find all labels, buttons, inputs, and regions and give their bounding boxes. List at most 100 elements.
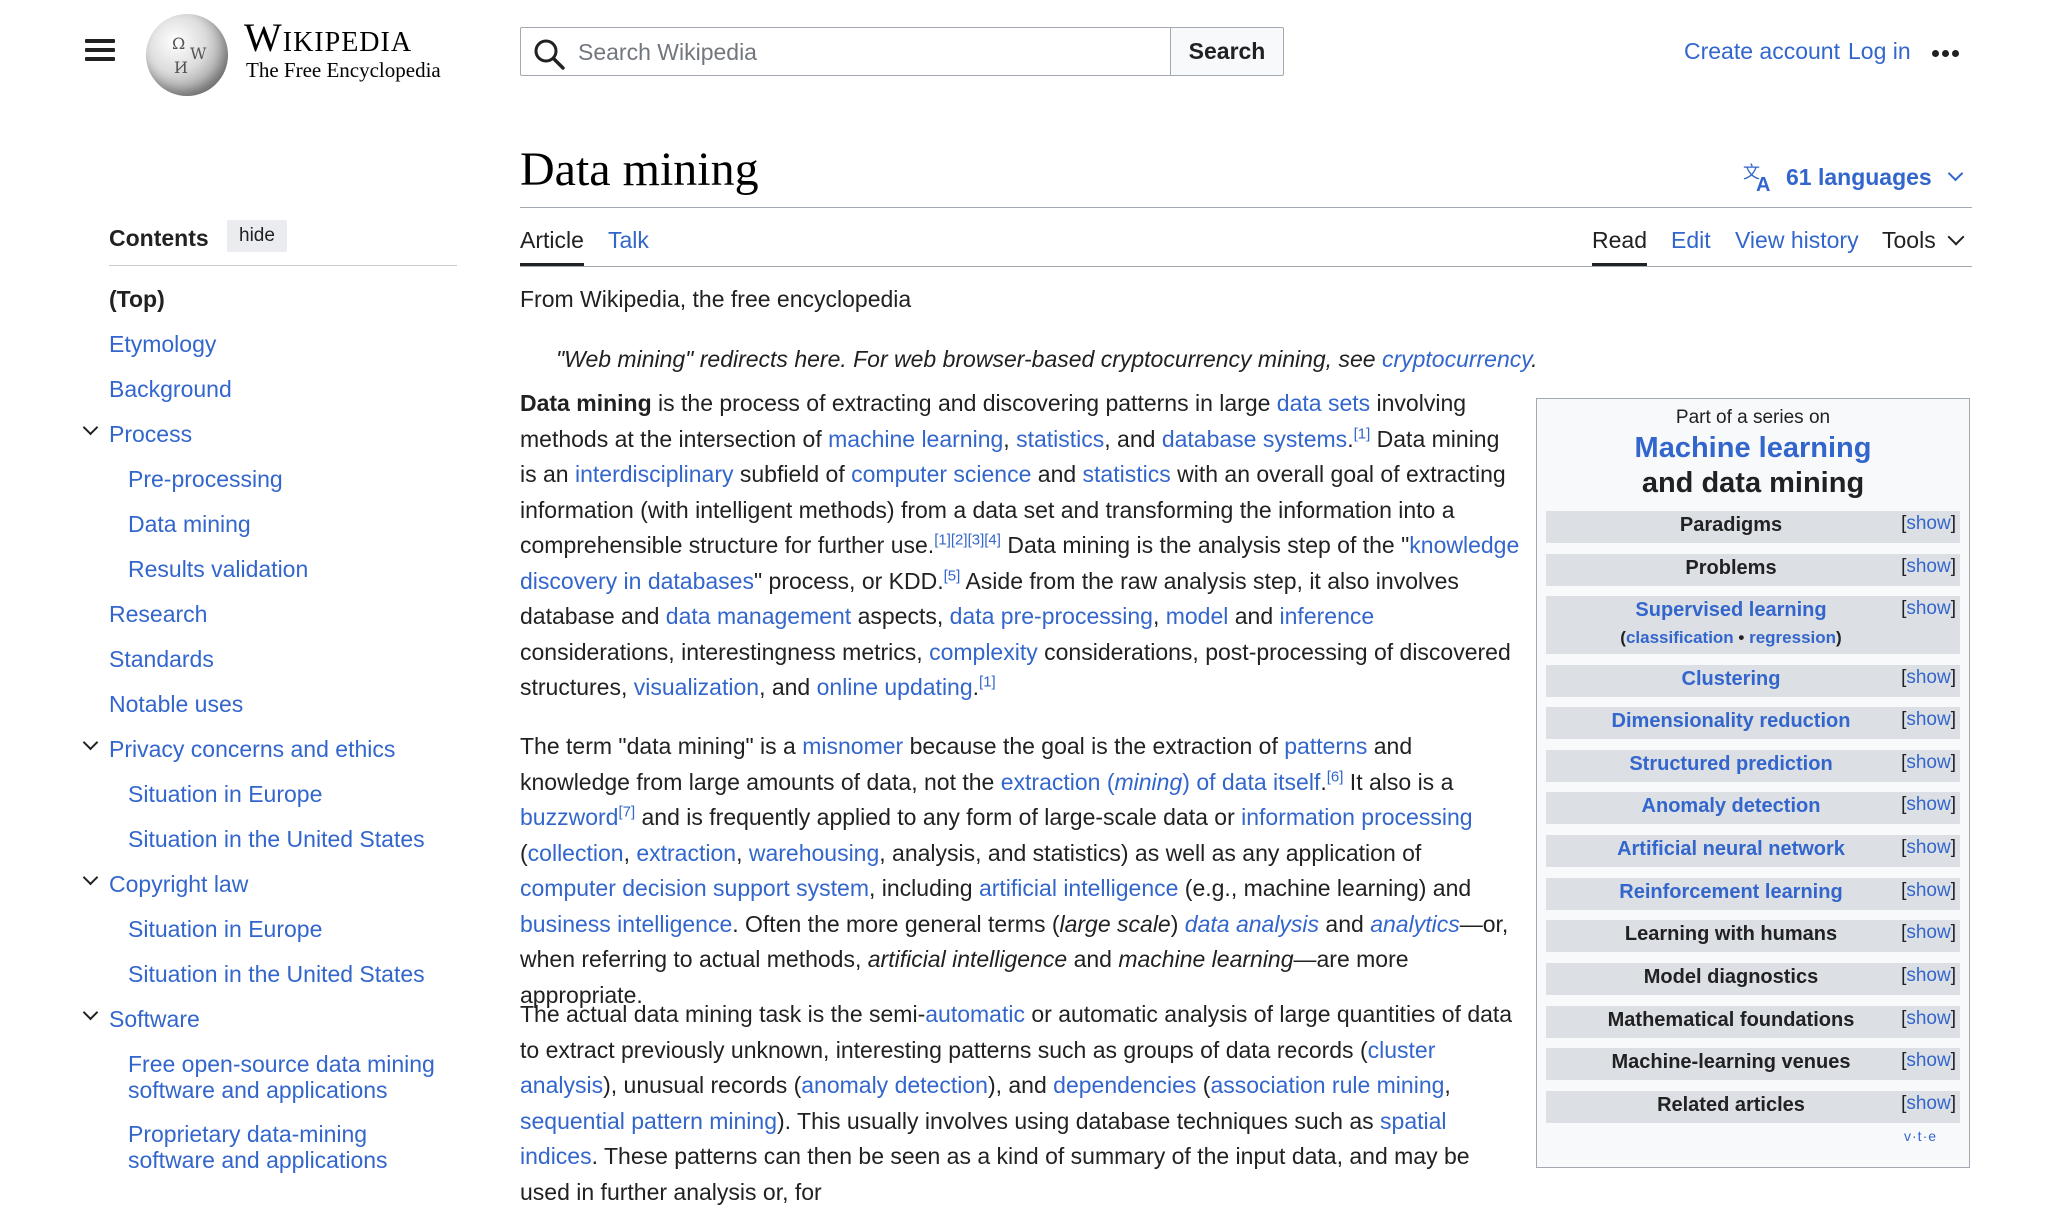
- toc-item-free-software[interactable]: Free open-source data mining software an…: [128, 1051, 448, 1103]
- tab-edit[interactable]: Edit: [1671, 227, 1711, 254]
- more-options-icon[interactable]: [1932, 44, 1966, 60]
- infobox-show-toggle[interactable]: [show]: [1901, 1093, 1956, 1115]
- toc-item-etymology[interactable]: Etymology: [109, 331, 216, 357]
- infobox-show-toggle[interactable]: [show]: [1901, 794, 1956, 816]
- toc-item-privacy-us[interactable]: Situation in the United States: [128, 826, 425, 852]
- article-link[interactable]: extraction (: [1001, 769, 1115, 795]
- toc-collapse-copyright-icon[interactable]: [82, 869, 99, 886]
- toc-item-privacy[interactable]: Privacy concerns and ethics: [109, 736, 395, 762]
- show-link[interactable]: show: [1906, 598, 1950, 619]
- infobox-show-toggle[interactable]: [show]: [1901, 556, 1956, 578]
- article-link[interactable]: mining: [1115, 769, 1183, 795]
- create-account-link[interactable]: Create account: [1684, 38, 1840, 65]
- article-link[interactable]: anomaly detection: [801, 1072, 988, 1098]
- citation-link[interactable]: [7]: [618, 803, 635, 820]
- toc-item-research[interactable]: Research: [109, 601, 207, 627]
- article-link[interactable]: collection: [528, 840, 624, 866]
- article-link[interactable]: buzzword: [520, 804, 618, 830]
- view-template-link[interactable]: v: [1904, 1128, 1912, 1144]
- infobox-row-label[interactable]: Anomaly detection: [1546, 795, 1916, 818]
- logo-wordmark[interactable]: Wikipedia: [244, 14, 412, 61]
- search-input[interactable]: [578, 33, 1158, 71]
- toc-item-notable-uses[interactable]: Notable uses: [109, 691, 243, 717]
- infobox-row-label[interactable]: Clustering: [1546, 668, 1916, 691]
- infobox-show-toggle[interactable]: [show]: [1901, 1050, 1956, 1072]
- article-link[interactable]: statistics: [1083, 461, 1171, 487]
- infobox-row-label[interactable]: Artificial neural network: [1546, 838, 1916, 861]
- toc-item-software[interactable]: Software: [109, 1006, 200, 1032]
- tab-view-history[interactable]: View history: [1735, 227, 1859, 254]
- toc-item-privacy-europe[interactable]: Situation in Europe: [128, 781, 322, 807]
- toc-item-results-validation[interactable]: Results validation: [128, 556, 308, 582]
- article-link[interactable]: data analysis: [1185, 911, 1319, 937]
- main-menu-button[interactable]: [80, 34, 120, 70]
- citation-link[interactable]: [3]: [968, 531, 985, 548]
- article-link[interactable]: interdisciplinary: [575, 461, 734, 487]
- article-link[interactable]: machine learning: [828, 426, 1003, 452]
- infobox-row-label[interactable]: Supervised learning: [1546, 599, 1916, 622]
- infobox-show-toggle[interactable]: [show]: [1901, 709, 1956, 731]
- show-link[interactable]: show: [1906, 752, 1950, 773]
- toc-item-standards[interactable]: Standards: [109, 646, 214, 672]
- show-link[interactable]: show: [1906, 837, 1950, 858]
- article-link[interactable]: visualization: [634, 674, 759, 700]
- article-link[interactable]: artificial intelligence: [979, 875, 1178, 901]
- toc-collapse-privacy-icon[interactable]: [82, 734, 99, 751]
- tab-article[interactable]: Article: [520, 227, 584, 254]
- infobox-show-toggle[interactable]: [show]: [1901, 1008, 1956, 1030]
- citation-link[interactable]: [1]: [934, 531, 951, 548]
- show-link[interactable]: show: [1906, 965, 1950, 986]
- search-button[interactable]: Search: [1170, 27, 1284, 76]
- infobox-show-toggle[interactable]: [show]: [1901, 598, 1956, 620]
- article-link[interactable]: extraction: [636, 840, 736, 866]
- article-link[interactable]: online updating: [817, 674, 973, 700]
- article-link[interactable]: database systems: [1162, 426, 1347, 452]
- infobox-show-toggle[interactable]: [show]: [1901, 752, 1956, 774]
- article-link[interactable]: computer decision support system: [520, 875, 869, 901]
- show-link[interactable]: show: [1906, 880, 1950, 901]
- toc-item-copyright-europe[interactable]: Situation in Europe: [128, 916, 322, 942]
- toc-item-pre-processing[interactable]: Pre-processing: [128, 466, 283, 492]
- infobox-show-toggle[interactable]: [show]: [1901, 922, 1956, 944]
- citation-link[interactable]: [1]: [1354, 425, 1371, 442]
- article-link[interactable]: model: [1166, 603, 1229, 629]
- tab-talk[interactable]: Talk: [608, 227, 649, 254]
- infobox-show-toggle[interactable]: [show]: [1901, 965, 1956, 987]
- infobox-row-label[interactable]: Reinforcement learning: [1546, 881, 1916, 904]
- article-link[interactable]: business intelligence: [520, 911, 732, 937]
- article-link[interactable]: misnomer: [802, 733, 903, 759]
- toc-item-copyright-us[interactable]: Situation in the United States: [128, 961, 425, 987]
- show-link[interactable]: show: [1906, 1093, 1950, 1114]
- article-link[interactable]: data sets: [1277, 390, 1370, 416]
- citation-link[interactable]: [4]: [984, 531, 1001, 548]
- toc-item-proprietary-software[interactable]: Proprietary data-mining software and app…: [128, 1121, 448, 1173]
- show-link[interactable]: show: [1906, 1008, 1950, 1029]
- show-link[interactable]: show: [1906, 709, 1950, 730]
- infobox-sublink[interactable]: classification: [1626, 628, 1734, 647]
- talk-template-link[interactable]: t: [1918, 1128, 1923, 1144]
- infobox-title-link[interactable]: Machine learning: [1536, 432, 1970, 465]
- toc-collapse-software-icon[interactable]: [82, 1004, 99, 1021]
- article-link[interactable]: patterns: [1284, 733, 1367, 759]
- article-link[interactable]: dependencies: [1053, 1072, 1196, 1098]
- article-link[interactable]: sequential pattern mining: [520, 1108, 777, 1134]
- toc-item-process[interactable]: Process: [109, 421, 192, 447]
- article-link[interactable]: association rule mining: [1210, 1072, 1444, 1098]
- toc-item-copyright[interactable]: Copyright law: [109, 871, 248, 897]
- show-link[interactable]: show: [1906, 794, 1950, 815]
- edit-template-link[interactable]: e: [1928, 1128, 1937, 1144]
- toc-collapse-process-icon[interactable]: [82, 419, 99, 436]
- article-link[interactable]: information processing: [1241, 804, 1472, 830]
- citation-link[interactable]: [6]: [1327, 768, 1344, 785]
- article-link[interactable]: data management: [666, 603, 851, 629]
- citation-link[interactable]: [1]: [979, 673, 996, 690]
- hatnote-link[interactable]: cryptocurrency: [1382, 346, 1531, 372]
- article-link[interactable]: warehousing: [749, 840, 879, 866]
- article-link[interactable]: data pre-processing: [950, 603, 1153, 629]
- tab-read[interactable]: Read: [1592, 227, 1647, 254]
- article-link[interactable]: complexity: [929, 639, 1038, 665]
- toc-item-data-mining[interactable]: Data mining: [128, 511, 251, 537]
- infobox-row-label[interactable]: Dimensionality reduction: [1546, 710, 1916, 733]
- tab-tools[interactable]: Tools: [1882, 227, 1965, 254]
- article-link[interactable]: inference: [1280, 603, 1375, 629]
